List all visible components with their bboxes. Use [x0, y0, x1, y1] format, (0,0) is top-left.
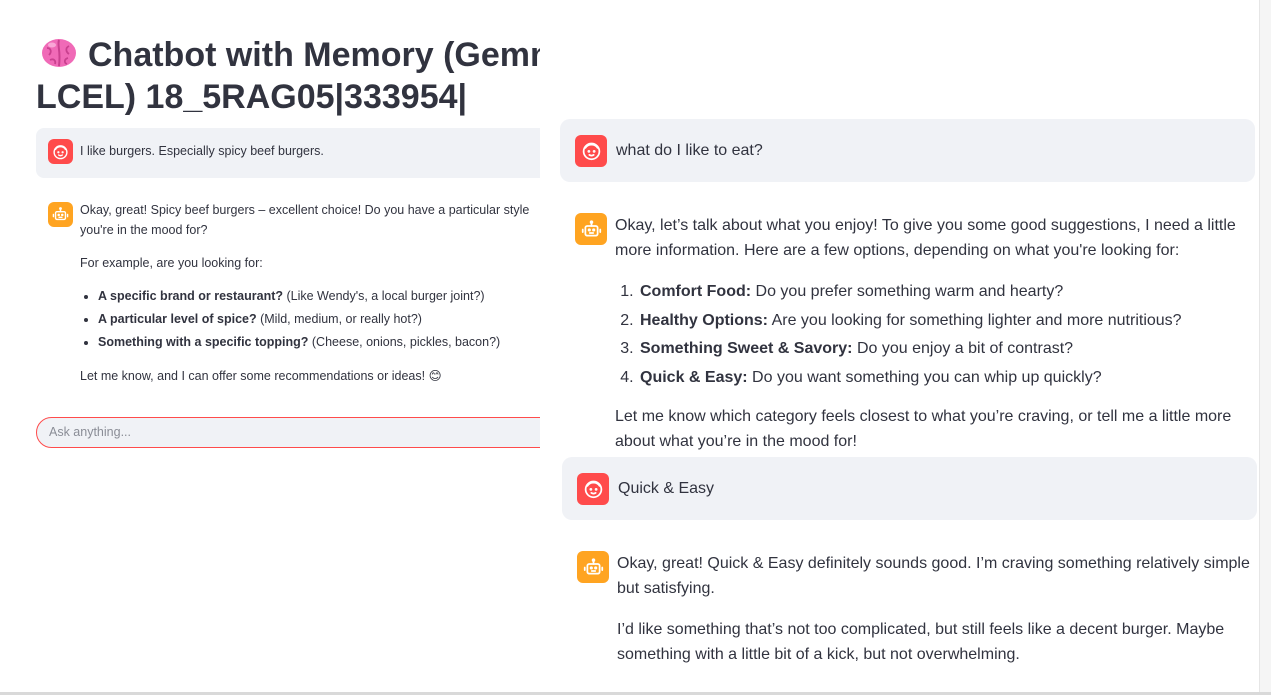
assistant-message-body: Okay, great! Quick & Easy definitely sou…: [617, 551, 1265, 681]
list-item: Quick & Easy: Do you want something you …: [638, 365, 1255, 390]
bot-avatar-icon: [48, 202, 73, 227]
assistant-message-body: Okay, let’s talk about what you enjoy! T…: [615, 213, 1255, 450]
list-item: A particular level of spice? (Mild, medi…: [98, 309, 540, 329]
user-message-text: I like burgers. Especially spicy beef bu…: [80, 144, 324, 158]
user-avatar-icon: [48, 139, 73, 164]
assistant-outro: Let me know which category feels closest…: [615, 407, 1232, 450]
bot-avatar-icon: [577, 551, 609, 583]
list-item: Healthy Options: Are you looking for som…: [638, 308, 1255, 333]
title-text: Chatbot with Memory (Gemma + LCEL) 18_5R…: [36, 36, 540, 116]
user-message: Quick & Easy: [562, 457, 1257, 520]
assistant-message: Okay, let’s talk about what you enjoy! T…: [575, 213, 1255, 450]
user-message-text: what do I like to eat?: [616, 141, 763, 159]
chat-input[interactable]: Ask anything...: [36, 417, 540, 448]
list-item: Something with a specific topping? (Chee…: [98, 332, 540, 352]
assistant-message-body: Okay, great! Spicy beef burgers – excell…: [80, 200, 540, 399]
list-item: Something Sweet & Savory: Do you enjoy a…: [638, 336, 1255, 361]
chat-input-placeholder: Ask anything...: [49, 425, 131, 439]
assistant-outro: Let me know, and I can offer some recomm…: [80, 369, 442, 383]
list-item: A specific brand or restaurant? (Like We…: [98, 286, 540, 306]
brain-icon: [40, 36, 78, 70]
bot-avatar-icon: [575, 213, 607, 245]
page-title: Chatbot with Memory (Gemma + LCEL) 18_5R…: [36, 34, 540, 118]
scrollbar[interactable]: [1259, 0, 1271, 695]
assistant-option-list: A specific brand or restaurant? (Like We…: [98, 286, 540, 352]
list-item: Comfort Food: Do you prefer something wa…: [638, 279, 1255, 304]
user-avatar-icon: [575, 134, 607, 167]
user-message-text: Quick & Easy: [618, 479, 715, 497]
user-message: what do I like to eat?: [560, 119, 1255, 182]
assistant-example-intro: For example, are you looking for:: [80, 256, 263, 270]
assistant-message: Okay, great! Spicy beef burgers – excell…: [36, 200, 540, 399]
assistant-intro: Okay, let’s talk about what you enjoy! T…: [615, 217, 1236, 259]
left-chat-panel: Chatbot with Memory (Gemma + LCEL) 18_5R…: [0, 0, 540, 695]
assistant-option-list: Comfort Food: Do you prefer something wa…: [638, 279, 1255, 390]
assistant-paragraph: I’d like something that’s not too compli…: [617, 621, 1225, 663]
user-message: I like burgers. Especially spicy beef bu…: [36, 128, 540, 178]
user-avatar-icon: [577, 472, 609, 505]
assistant-intro: Okay, great! Spicy beef burgers – excell…: [80, 203, 530, 237]
assistant-paragraph: Okay, great! Quick & Easy definitely sou…: [617, 555, 1250, 597]
assistant-message: Okay, great! Quick & Easy definitely sou…: [577, 551, 1267, 681]
